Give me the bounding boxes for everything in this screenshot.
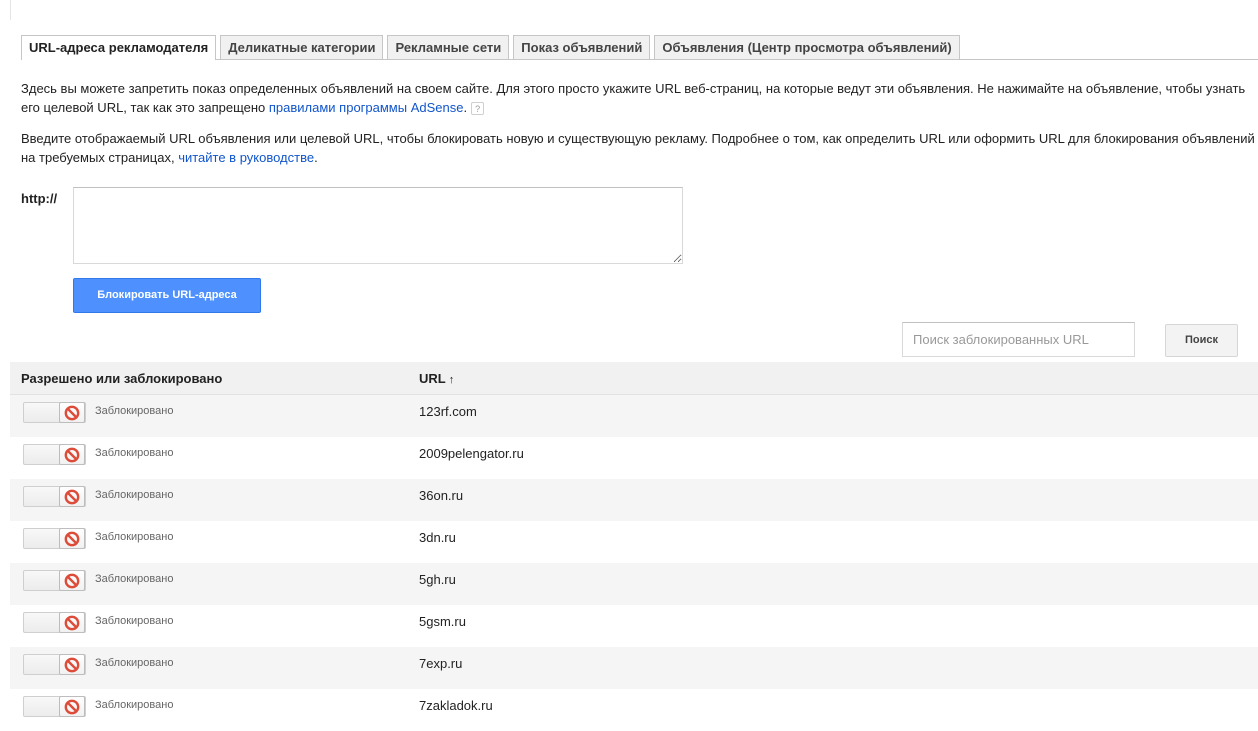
tab-sensitive-categories[interactable]: Деликатные категории <box>220 35 384 59</box>
block-icon <box>64 489 80 505</box>
table-body: Заблокировано 123rf.com Заблокировано 2009p… <box>10 395 1258 731</box>
block-urls-textarea[interactable] <box>73 187 683 264</box>
block-toggle[interactable] <box>23 402 86 423</box>
intro-paragraph-2: Введите отображаемый URL объявления или … <box>21 129 1258 167</box>
row-status: Заблокировано <box>95 531 174 543</box>
row-url: 5gh.ru <box>419 572 456 587</box>
table-row: Заблокировано 5gh.ru <box>10 563 1258 605</box>
row-url: 2009pelengator.ru <box>419 446 524 461</box>
block-urls-button[interactable]: Блокировать URL-адреса <box>73 278 261 313</box>
search-button[interactable]: Поиск <box>1165 324 1238 357</box>
block-icon <box>64 405 80 421</box>
block-icon <box>64 699 80 715</box>
row-url: 36on.ru <box>419 488 464 503</box>
row-url: 7exp.ru <box>419 656 463 671</box>
table-header: Разрешено или заблокировано URL ↑ <box>10 362 1258 395</box>
guide-link[interactable]: читайте в руководстве <box>178 150 314 165</box>
intro-text: Здесь вы можете запретить показ определе… <box>21 79 1258 167</box>
toggle-knob <box>59 570 85 591</box>
block-toggle[interactable] <box>23 444 86 465</box>
tab-ad-review-center[interactable]: Объявления (Центр просмотра объявлений) <box>654 35 960 59</box>
tab-bar: URL-адреса рекламодателя Деликатные кате… <box>21 35 964 60</box>
adsense-policy-link[interactable]: правилами программы AdSense <box>269 100 464 115</box>
toggle-knob <box>59 528 85 549</box>
intro-p1-end: . <box>463 100 468 115</box>
row-url: 7zakladok.ru <box>419 698 493 713</box>
toggle-knob <box>59 696 85 717</box>
row-status: Заблокировано <box>95 489 174 501</box>
toggle-knob <box>59 444 85 465</box>
block-icon <box>64 657 80 673</box>
left-border-line <box>10 0 11 20</box>
sort-ascending-icon: ↑ <box>448 374 455 386</box>
search-blocked-input[interactable] <box>902 322 1135 357</box>
row-status: Заблокировано <box>95 405 174 417</box>
toggle-knob <box>59 402 85 423</box>
block-toggle[interactable] <box>23 528 86 549</box>
column-header-status: Разрешено или заблокировано <box>21 371 223 386</box>
row-status: Заблокировано <box>95 615 174 627</box>
toggle-knob <box>59 654 85 675</box>
toggle-knob <box>59 486 85 507</box>
intro-p1-text: Здесь вы можете запретить показ определе… <box>21 81 1246 115</box>
table-row: Заблокировано 7zakladok.ru <box>10 689 1258 731</box>
row-status: Заблокировано <box>95 699 174 711</box>
table-row: Заблокировано 123rf.com <box>10 395 1258 437</box>
intro-paragraph-1: Здесь вы можете запретить показ определе… <box>21 79 1258 117</box>
http-prefix-label: http:// <box>21 191 58 206</box>
tab-ad-networks[interactable]: Рекламные сети <box>387 35 510 59</box>
block-icon <box>64 447 80 463</box>
intro-p2-end: . <box>314 150 318 165</box>
help-icon[interactable]: ? <box>471 102 485 115</box>
row-status: Заблокировано <box>95 657 174 669</box>
row-url: 5gsm.ru <box>419 614 466 629</box>
row-status: Заблокировано <box>95 573 174 585</box>
tab-ad-serving[interactable]: Показ объявлений <box>513 35 651 59</box>
block-toggle[interactable] <box>23 654 86 675</box>
block-toggle[interactable] <box>23 696 86 717</box>
table-row: Заблокировано 36on.ru <box>10 479 1258 521</box>
column-header-url[interactable]: URL ↑ <box>419 371 454 386</box>
block-icon <box>64 531 80 547</box>
table-row: Заблокировано 5gsm.ru <box>10 605 1258 647</box>
toggle-knob <box>59 612 85 633</box>
blocked-urls-table: Разрешено или заблокировано URL ↑ Заблоки… <box>10 362 1258 731</box>
column-header-url-label: URL <box>419 371 446 386</box>
block-icon <box>64 573 80 589</box>
tab-advertiser-urls[interactable]: URL-адреса рекламодателя <box>21 35 217 60</box>
block-icon <box>64 615 80 631</box>
table-row: Заблокировано 3dn.ru <box>10 521 1258 563</box>
block-toggle[interactable] <box>23 570 86 591</box>
block-toggle[interactable] <box>23 612 86 633</box>
block-toggle[interactable] <box>23 486 86 507</box>
row-status: Заблокировано <box>95 447 174 459</box>
table-row: Заблокировано 2009pelengator.ru <box>10 437 1258 479</box>
row-url: 3dn.ru <box>419 530 456 545</box>
row-url: 123rf.com <box>419 404 477 419</box>
table-row: Заблокировано 7exp.ru <box>10 647 1258 689</box>
